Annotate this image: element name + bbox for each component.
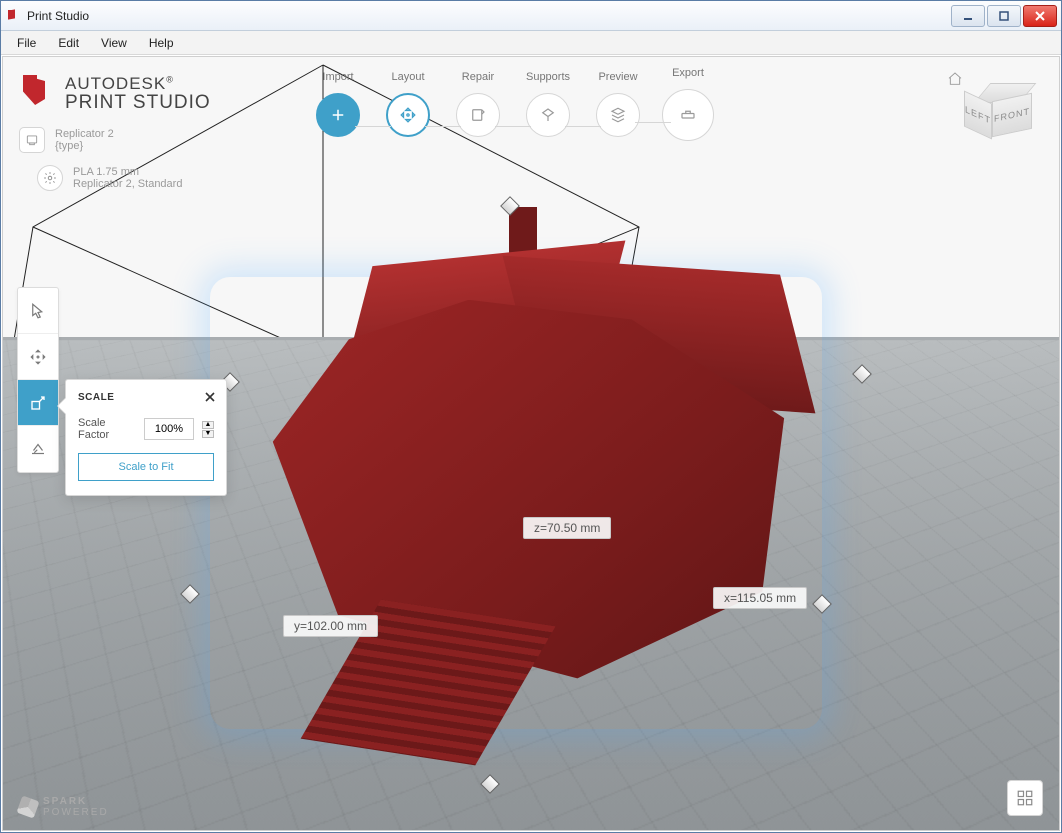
spark-text-2: POWERED (43, 807, 109, 818)
step-supports-button[interactable] (526, 93, 570, 137)
scale-factor-label: Scale Factor (78, 417, 136, 441)
viewcube[interactable]: LEFT FRONT (962, 83, 1034, 143)
menu-view[interactable]: View (91, 33, 137, 53)
window-title: Print Studio (27, 9, 949, 23)
home-icon[interactable] (947, 71, 963, 92)
scale-tool-button[interactable] (18, 380, 58, 426)
menubar: File Edit View Help (1, 31, 1061, 55)
brand-line1: AUTODESK (65, 74, 166, 93)
brand-block: AUTODESK® PRINT STUDIO (19, 73, 211, 115)
dimension-y: y=102.00 mm (283, 615, 378, 637)
printer-name: Replicator 2 (55, 128, 114, 140)
scale-factor-input[interactable] (144, 418, 194, 440)
dimension-z: z=70.50 mm (523, 517, 611, 539)
spark-logo-icon (16, 795, 39, 818)
window-titlebar: Print Studio (1, 1, 1061, 31)
material-line2: Replicator 2, Standard (73, 178, 182, 190)
window-minimize-button[interactable] (951, 5, 985, 27)
app-viewport: AUTODESK® PRINT STUDIO Replicator 2 {typ… (2, 56, 1060, 831)
gear-icon (37, 165, 63, 191)
move-tool-button[interactable] (18, 334, 58, 380)
transform-toolbar (17, 287, 59, 473)
select-tool-button[interactable] (18, 288, 58, 334)
app-icon (5, 8, 21, 24)
menu-edit[interactable]: Edit (48, 33, 89, 53)
scale-panel: SCALE Scale Factor ▲ ▼ Scale to Fit (65, 379, 227, 496)
material-line1: PLA 1.75 mm (73, 166, 182, 178)
step-label-repair: Repair (443, 71, 513, 87)
step-layout-button[interactable] (386, 93, 430, 137)
scale-step-up-button[interactable]: ▲ (202, 421, 214, 429)
menu-file[interactable]: File (7, 33, 46, 53)
scale-step-down-button[interactable]: ▼ (202, 430, 214, 438)
brand-registered: ® (166, 74, 174, 84)
printer-icon (19, 127, 45, 153)
brand-line2: PRINT STUDIO (65, 93, 211, 113)
step-label-preview: Preview (583, 71, 653, 87)
layout-grid-button[interactable] (1007, 780, 1043, 816)
scale-panel-title: SCALE (78, 392, 214, 403)
spark-text-1: SPARK (43, 796, 109, 807)
window-close-button[interactable] (1023, 5, 1057, 27)
window-maximize-button[interactable] (987, 5, 1021, 27)
step-label-supports: Supports (513, 71, 583, 87)
layflat-tool-button[interactable] (18, 426, 58, 472)
close-icon[interactable] (204, 390, 216, 408)
step-export-button[interactable] (662, 89, 714, 141)
scale-to-fit-button[interactable]: Scale to Fit (78, 453, 214, 481)
dimension-x: x=115.05 mm (713, 587, 807, 609)
viewcube-front-face[interactable]: FRONT (992, 93, 1032, 138)
step-label-export: Export (653, 67, 723, 83)
printer-type-hint: {type} (55, 140, 114, 152)
step-import-button[interactable] (316, 93, 360, 137)
material-selector[interactable]: PLA 1.75 mm Replicator 2, Standard (37, 165, 182, 191)
workflow-steps: Import Layout Repair Supports Preview Ex… (303, 67, 723, 141)
step-label-layout: Layout (373, 71, 443, 87)
brand-logo-icon (19, 73, 55, 115)
step-repair-button[interactable] (456, 93, 500, 137)
step-preview-button[interactable] (596, 93, 640, 137)
printer-selector[interactable]: Replicator 2 {type} (19, 127, 114, 153)
step-label-import: Import (303, 71, 373, 87)
spark-powered-badge: SPARK POWERED (19, 796, 109, 818)
menu-help[interactable]: Help (139, 33, 184, 53)
